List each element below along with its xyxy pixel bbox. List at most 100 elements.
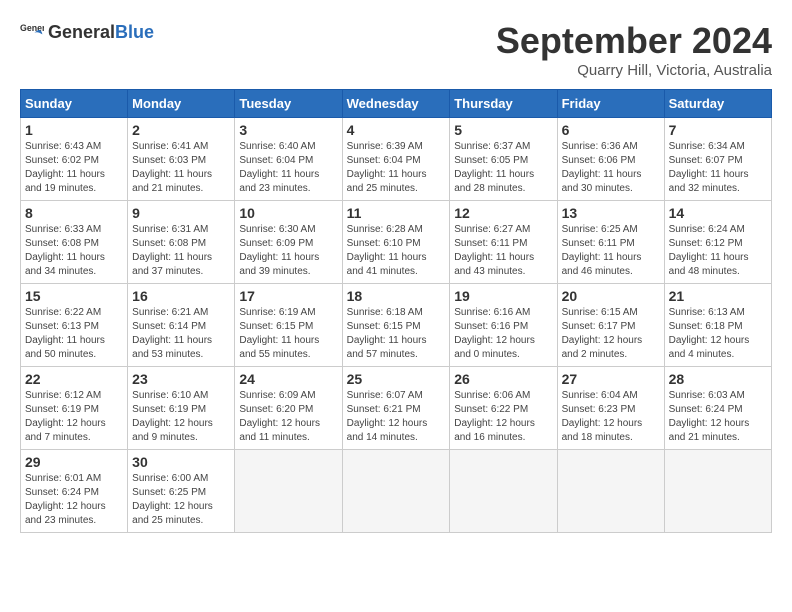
day-info: Sunrise: 6:07 AMSunset: 6:21 PMDaylight:… (347, 389, 446, 445)
day-number: 16 (132, 288, 230, 304)
calendar-week-row: 15 Sunrise: 6:22 AMSunset: 6:13 PMDayligh… (21, 284, 772, 367)
logo-icon: General (20, 20, 44, 44)
day-number: 23 (132, 371, 230, 387)
day-info: Sunrise: 6:41 AMSunset: 6:03 PMDaylight:… (132, 140, 230, 196)
day-info: Sunrise: 6:00 AMSunset: 6:25 PMDaylight:… (132, 472, 230, 528)
calendar-cell: 29Sunrise: 6:01 AMSunset: 6:24 PMDayligh… (21, 450, 128, 533)
day-number: 17 (239, 288, 337, 304)
day-info: Sunrise: 6:16 AMSunset: 6:16 PMDaylight:… (454, 306, 552, 362)
calendar-cell: 19 Sunrise: 6:16 AMSunset: 6:16 PMDayligh… (450, 284, 557, 367)
logo-general: General (48, 22, 115, 42)
calendar-cell: 25 Sunrise: 6:07 AMSunset: 6:21 PMDayligh… (342, 367, 450, 450)
day-info: Sunrise: 6:13 AMSunset: 6:18 PMDaylight:… (669, 306, 767, 362)
calendar-cell: 27 Sunrise: 6:04 AMSunset: 6:23 PMDayligh… (557, 367, 664, 450)
calendar-week-row: 29Sunrise: 6:01 AMSunset: 6:24 PMDayligh… (21, 450, 772, 533)
day-info: Sunrise: 6:15 AMSunset: 6:17 PMDaylight:… (562, 306, 660, 362)
day-info: Sunrise: 6:06 AMSunset: 6:22 PMDaylight:… (454, 389, 552, 445)
day-number: 5 (454, 122, 552, 138)
day-info: Sunrise: 6:18 AMSunset: 6:15 PMDaylight:… (347, 306, 446, 362)
calendar-cell: 11 Sunrise: 6:28 AMSunset: 6:10 PMDayligh… (342, 201, 450, 284)
weekday-header: Tuesday (235, 90, 342, 118)
day-number: 4 (347, 122, 446, 138)
calendar-cell: 22Sunrise: 6:12 AMSunset: 6:19 PMDayligh… (21, 367, 128, 450)
logo: General GeneralBlue (20, 20, 154, 44)
calendar-cell: 28Sunrise: 6:03 AMSunset: 6:24 PMDayligh… (664, 367, 771, 450)
calendar-cell: 13 Sunrise: 6:25 AMSunset: 6:11 PMDayligh… (557, 201, 664, 284)
weekday-header: Thursday (450, 90, 557, 118)
calendar-cell: 18Sunrise: 6:18 AMSunset: 6:15 PMDayligh… (342, 284, 450, 367)
day-info: Sunrise: 6:04 AMSunset: 6:23 PMDaylight:… (562, 389, 660, 445)
calendar-cell: 14Sunrise: 6:24 AMSunset: 6:12 PMDayligh… (664, 201, 771, 284)
day-number: 13 (562, 205, 660, 221)
day-number: 15 (25, 288, 123, 304)
day-number: 3 (239, 122, 337, 138)
day-number: 11 (347, 205, 446, 221)
day-number: 7 (669, 122, 767, 138)
calendar-week-row: 1Sunrise: 6:43 AMSunset: 6:02 PMDaylight… (21, 118, 772, 201)
calendar-cell: 10 Sunrise: 6:30 AMSunset: 6:09 PMDayligh… (235, 201, 342, 284)
day-number: 30 (132, 454, 230, 470)
day-info: Sunrise: 6:36 AMSunset: 6:06 PMDaylight:… (562, 140, 660, 196)
day-number: 8 (25, 205, 123, 221)
day-number: 26 (454, 371, 552, 387)
calendar-cell: 20 Sunrise: 6:15 AMSunset: 6:17 PMDayligh… (557, 284, 664, 367)
calendar-cell: 21 Sunrise: 6:13 AMSunset: 6:18 PMDayligh… (664, 284, 771, 367)
calendar-week-row: 8 Sunrise: 6:33 AMSunset: 6:08 PMDaylight… (21, 201, 772, 284)
calendar-cell: 15 Sunrise: 6:22 AMSunset: 6:13 PMDayligh… (21, 284, 128, 367)
day-info: Sunrise: 6:40 AMSunset: 6:04 PMDaylight:… (239, 140, 337, 196)
calendar-cell: 1Sunrise: 6:43 AMSunset: 6:02 PMDaylight… (21, 118, 128, 201)
location-subtitle: Quarry Hill, Victoria, Australia (496, 62, 772, 79)
day-info: Sunrise: 6:19 AMSunset: 6:15 PMDaylight:… (239, 306, 337, 362)
weekday-header: Friday (557, 90, 664, 118)
calendar-cell: 24Sunrise: 6:09 AMSunset: 6:20 PMDayligh… (235, 367, 342, 450)
calendar-cell: 23 Sunrise: 6:10 AMSunset: 6:19 PMDayligh… (128, 367, 235, 450)
calendar-table: SundayMondayTuesdayWednesdayThursdayFrid… (20, 89, 772, 533)
weekday-header: Monday (128, 90, 235, 118)
calendar-cell: 26 Sunrise: 6:06 AMSunset: 6:22 PMDayligh… (450, 367, 557, 450)
calendar-cell (664, 450, 771, 533)
day-number: 2 (132, 122, 230, 138)
day-info: Sunrise: 6:28 AMSunset: 6:10 PMDaylight:… (347, 223, 446, 279)
weekday-header: Sunday (21, 90, 128, 118)
day-info: Sunrise: 6:31 AMSunset: 6:08 PMDaylight:… (132, 223, 230, 279)
day-info: Sunrise: 6:34 AMSunset: 6:07 PMDaylight:… (669, 140, 767, 196)
calendar-header-row: SundayMondayTuesdayWednesdayThursdayFrid… (21, 90, 772, 118)
day-info: Sunrise: 6:39 AMSunset: 6:04 PMDaylight:… (347, 140, 446, 196)
day-number: 27 (562, 371, 660, 387)
calendar-cell (342, 450, 450, 533)
calendar-cell: 3 Sunrise: 6:40 AMSunset: 6:04 PMDaylight… (235, 118, 342, 201)
day-number: 1 (25, 122, 123, 138)
day-number: 20 (562, 288, 660, 304)
day-info: Sunrise: 6:10 AMSunset: 6:19 PMDaylight:… (132, 389, 230, 445)
day-number: 25 (347, 371, 446, 387)
day-number: 29 (25, 454, 123, 470)
page-header: General GeneralBlue September 2024 Quarr… (20, 20, 772, 79)
day-number: 14 (669, 205, 767, 221)
title-block: September 2024 Quarry Hill, Victoria, Au… (496, 20, 772, 79)
day-info: Sunrise: 6:30 AMSunset: 6:09 PMDaylight:… (239, 223, 337, 279)
day-number: 19 (454, 288, 552, 304)
calendar-cell: 9 Sunrise: 6:31 AMSunset: 6:08 PMDaylight… (128, 201, 235, 284)
day-number: 24 (239, 371, 337, 387)
day-info: Sunrise: 6:27 AMSunset: 6:11 PMDaylight:… (454, 223, 552, 279)
calendar-cell (557, 450, 664, 533)
day-info: Sunrise: 6:25 AMSunset: 6:11 PMDaylight:… (562, 223, 660, 279)
logo-blue: Blue (115, 22, 154, 42)
day-number: 10 (239, 205, 337, 221)
calendar-cell (450, 450, 557, 533)
month-title: September 2024 (496, 20, 772, 62)
day-info: Sunrise: 6:21 AMSunset: 6:14 PMDaylight:… (132, 306, 230, 362)
calendar-cell: 4 Sunrise: 6:39 AMSunset: 6:04 PMDaylight… (342, 118, 450, 201)
day-info: Sunrise: 6:37 AMSunset: 6:05 PMDaylight:… (454, 140, 552, 196)
day-info: Sunrise: 6:33 AMSunset: 6:08 PMDaylight:… (25, 223, 123, 279)
day-number: 28 (669, 371, 767, 387)
day-number: 9 (132, 205, 230, 221)
calendar-cell (235, 450, 342, 533)
calendar-cell: 6 Sunrise: 6:36 AMSunset: 6:06 PMDaylight… (557, 118, 664, 201)
day-number: 6 (562, 122, 660, 138)
calendar-week-row: 22Sunrise: 6:12 AMSunset: 6:19 PMDayligh… (21, 367, 772, 450)
day-number: 12 (454, 205, 552, 221)
day-number: 21 (669, 288, 767, 304)
calendar-cell: 17 Sunrise: 6:19 AMSunset: 6:15 PMDayligh… (235, 284, 342, 367)
day-info: Sunrise: 6:22 AMSunset: 6:13 PMDaylight:… (25, 306, 123, 362)
